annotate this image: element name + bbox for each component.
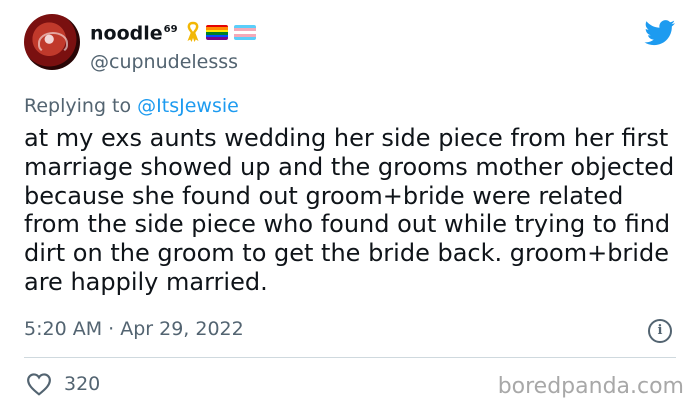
author-handle[interactable]: @cupnudelesss (90, 50, 238, 74)
reply-handle-link[interactable]: @ItsJewsie (137, 95, 239, 117)
display-name[interactable]: noodle69 (90, 18, 178, 45)
divider (24, 357, 676, 358)
rainbow-flag-icon (205, 24, 228, 40)
tweet-text: at my exs aunts wedding her side piece f… (24, 124, 675, 296)
reply-prefix: Replying to (24, 95, 132, 117)
avatar[interactable] (24, 14, 80, 70)
timestamp[interactable]: 5:20 AM · Apr 29, 2022 (24, 317, 244, 341)
display-name-superscript: 69 (163, 24, 178, 36)
reply-context: Replying to @ItsJewsie (24, 94, 239, 118)
author-name-row: noodle69 (90, 18, 256, 45)
trans-flag-icon (233, 24, 256, 40)
info-icon[interactable]: i (648, 319, 672, 343)
watermark: boredpanda.com (497, 374, 684, 399)
heart-icon[interactable] (26, 372, 52, 396)
like-count: 320 (64, 373, 101, 395)
awareness-ribbon-icon (187, 21, 199, 42)
twitter-bird-icon[interactable] (644, 20, 676, 46)
